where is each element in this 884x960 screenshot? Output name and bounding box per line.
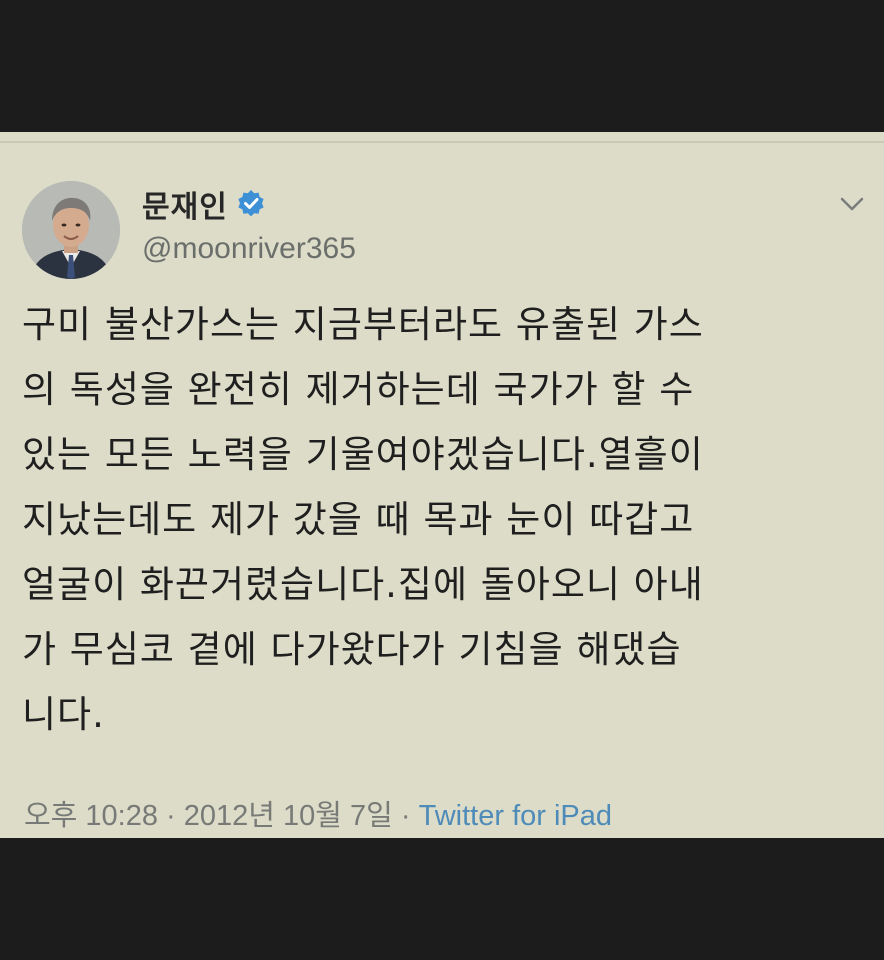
tweet-text-line: 있는 모든 노력을 기울여야겠습니다.열흘이 xyxy=(22,433,704,476)
tweet-text-line: 의 독성을 완전히 제거하는데 국가가 할 수 xyxy=(22,368,695,411)
tweet-menu-button[interactable] xyxy=(836,190,868,218)
author-display-name[interactable]: 문재인 xyxy=(142,182,228,226)
tweet-metadata: 오후 10:28 · 2012년 10월 7일 · Twitter for iP… xyxy=(24,792,612,834)
avatar[interactable] xyxy=(22,181,120,279)
divider xyxy=(0,141,884,143)
meta-separator: · xyxy=(392,800,419,832)
tweet-date[interactable]: 2012년 10월 7일 xyxy=(184,800,393,832)
tweet-time[interactable]: 오후 10:28 xyxy=(24,800,158,832)
tweet-text-line: 가 무심코 곁에 다가왔다가 기침을 해댔습 xyxy=(22,628,682,671)
meta-separator: · xyxy=(158,800,184,832)
verified-badge-icon xyxy=(236,189,266,219)
top-black-bar xyxy=(0,0,884,132)
person-portrait-icon xyxy=(22,181,120,279)
tweet-text-line: 지났는데도 제가 갔을 때 목과 눈이 따갑고 xyxy=(22,498,695,541)
tweet-text-line: 구미 불산가스는 지금부터라도 유출된 가스 xyxy=(22,303,704,346)
tweet-card: 문재인 @moonriver365 구미 불산가스는 지금부터라도 유출된 가스… xyxy=(0,132,884,838)
tweet-text-line: 니다. xyxy=(22,693,105,736)
tweet-body: 구미 불산가스는 지금부터라도 유출된 가스 의 독성을 완전히 제거하는데 국… xyxy=(22,292,870,747)
tweet-text-line: 얼굴이 화끈거렸습니다.집에 돌아오니 아내 xyxy=(22,563,704,606)
chevron-down-icon xyxy=(840,197,864,211)
bottom-black-bar xyxy=(0,838,884,960)
author-handle[interactable]: @moonriver365 xyxy=(142,232,356,266)
author-name-row[interactable]: 문재인 xyxy=(142,182,266,226)
tweet-source-link[interactable]: Twitter for iPad xyxy=(419,800,612,832)
